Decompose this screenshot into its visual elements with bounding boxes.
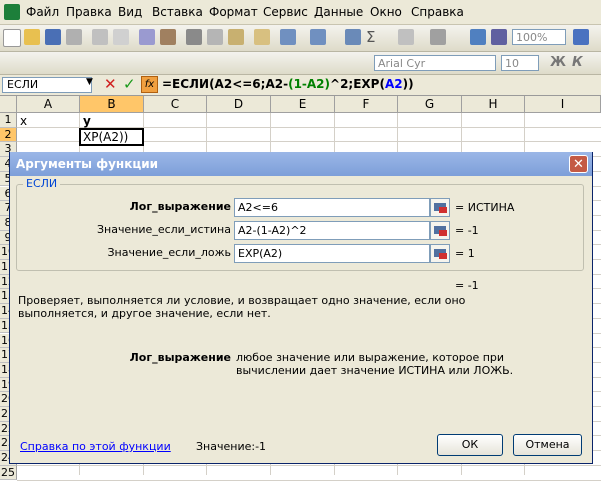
cell-b1[interactable]: y (83, 114, 91, 128)
row-header[interactable]: 2 (0, 127, 17, 143)
cancel-formula-icon[interactable]: ✕ (104, 75, 117, 93)
arg2-result: = -1 (455, 224, 479, 237)
print-preview-icon[interactable] (113, 29, 129, 45)
menu-tools[interactable]: Сервис (263, 5, 308, 19)
menu-view[interactable]: Вид (118, 5, 142, 19)
copy-icon[interactable] (207, 29, 223, 45)
value-label-text: Значение: (196, 440, 256, 453)
chart-wizard-icon[interactable] (470, 29, 486, 45)
zoom-select[interactable]: 100% (512, 29, 566, 45)
column-header-c[interactable]: C (144, 96, 207, 113)
formula-suffix: ^2;EXP( (330, 77, 385, 91)
value-label: Значение:-1 (196, 440, 266, 453)
font-name-select[interactable]: Arial Cyr (374, 55, 496, 71)
new-document-icon[interactable] (3, 29, 21, 47)
column-header-e[interactable]: E (271, 96, 335, 113)
cancel-button[interactable]: Отмена (513, 434, 582, 456)
autosum-icon[interactable]: Σ (366, 28, 375, 46)
value-text: -1 (255, 440, 267, 453)
help-icon[interactable] (573, 29, 589, 45)
collapse-dialog-icon[interactable] (430, 221, 450, 240)
formula-colored-part: (1-A2) (288, 77, 331, 91)
close-icon[interactable]: ✕ (569, 155, 588, 173)
excel-icon[interactable] (4, 4, 20, 20)
arg3-label: Значение_если_ложь (107, 246, 231, 259)
menu-window[interactable]: Окно (370, 5, 402, 19)
formula-ref: A2 (384, 77, 403, 91)
bold-button[interactable]: Ж (550, 55, 566, 70)
function-description: Проверяет, выполняется ли условие, и воз… (18, 294, 466, 320)
arg1-input[interactable]: A2<=6 (234, 198, 430, 217)
function-name-label: ЕСЛИ (23, 177, 61, 190)
hyperlink-icon[interactable] (345, 29, 361, 45)
column-header-a[interactable]: A (17, 96, 80, 113)
menu-bar: Файл Правка Вид Вставка Формат Сервис Да… (0, 0, 601, 25)
format-painter-icon[interactable] (254, 29, 270, 45)
formula-end: )) (402, 77, 414, 91)
column-header-d[interactable]: D (207, 96, 271, 113)
menu-format[interactable]: Формат (209, 5, 258, 19)
help-link[interactable]: Справка по этой функции (20, 440, 171, 453)
sort-descending-icon[interactable] (430, 29, 446, 45)
ok-button[interactable]: ОК (437, 434, 503, 456)
formula-bar: ЕСЛИ ▼ ✕ ✓ fx =ЕСЛИ(A2<=6;A2-(1-A2)^2;EX… (0, 75, 601, 96)
function-arguments-dialog: Аргументы функции ✕ ЕСЛИ Лог_выражение A… (9, 152, 593, 464)
paste-icon[interactable] (228, 29, 244, 45)
collapse-dialog-icon[interactable] (430, 244, 450, 263)
menu-data[interactable]: Данные (314, 5, 363, 19)
enter-formula-icon[interactable]: ✓ (123, 75, 136, 93)
name-box[interactable]: ЕСЛИ (2, 77, 92, 93)
open-folder-icon[interactable] (24, 29, 40, 45)
cell-b2-editing[interactable]: XP(A2)) (79, 128, 144, 146)
menu-file[interactable]: Файл (26, 5, 59, 19)
column-header-g[interactable]: G (398, 96, 462, 113)
research-icon[interactable] (160, 29, 176, 45)
italic-button[interactable]: К (572, 55, 583, 70)
insert-function-button[interactable]: fx (141, 76, 158, 93)
arg3-result: = 1 (455, 247, 475, 260)
formatting-toolbar: Arial Cyr 10 Ж К (0, 52, 601, 75)
print-icon[interactable] (92, 29, 108, 45)
arg1-label: Лог_выражение (129, 200, 231, 213)
gridline-horizontal (17, 464, 601, 466)
chevron-down-icon[interactable]: ▼ (86, 77, 93, 87)
save-icon[interactable] (45, 29, 61, 45)
arg2-input[interactable]: A2-(1-A2)^2 (234, 221, 430, 240)
row-header[interactable]: 1 (0, 113, 17, 128)
column-header-h[interactable]: H (462, 96, 525, 113)
arg-help-name: Лог_выражение (129, 351, 231, 364)
arg2-label: Значение_если_истина (96, 223, 231, 236)
column-header-i[interactable]: I (525, 96, 601, 113)
column-header-f[interactable]: F (335, 96, 398, 113)
spelling-icon[interactable] (139, 29, 155, 45)
formula-prefix: =ЕСЛИ(A2<=6;A2- (162, 77, 289, 91)
arg-help-text: любое значение или выражение, которое пр… (236, 351, 514, 377)
collapse-dialog-icon[interactable] (430, 198, 450, 217)
undo-icon[interactable] (280, 29, 296, 45)
standard-toolbar: Σ 100% (0, 25, 601, 52)
menu-insert[interactable]: Вставка (152, 5, 203, 19)
redo-icon[interactable] (310, 29, 326, 45)
row-header[interactable]: 25 (0, 465, 17, 481)
permission-icon[interactable] (66, 29, 82, 45)
font-size-select[interactable]: 10 (501, 55, 539, 71)
formula-result: = -1 (455, 279, 479, 292)
arg1-result: = ИСТИНА (455, 201, 515, 214)
sort-ascending-icon[interactable] (398, 29, 414, 45)
column-header-b[interactable]: B (80, 96, 144, 113)
formula-input[interactable]: =ЕСЛИ(A2<=6;A2-(1-A2)^2;EXP(A2)) (162, 77, 414, 91)
menu-help[interactable]: Справка (411, 5, 464, 19)
select-all-corner[interactable] (0, 96, 17, 113)
drawing-icon[interactable] (491, 29, 507, 45)
arg3-input[interactable]: EXP(A2) (234, 244, 430, 263)
gridline-horizontal (17, 479, 601, 481)
dialog-title[interactable]: Аргументы функции (10, 152, 592, 176)
cell-a1[interactable]: x (20, 114, 27, 128)
menu-edit[interactable]: Правка (66, 5, 112, 19)
cut-icon[interactable] (186, 29, 202, 45)
